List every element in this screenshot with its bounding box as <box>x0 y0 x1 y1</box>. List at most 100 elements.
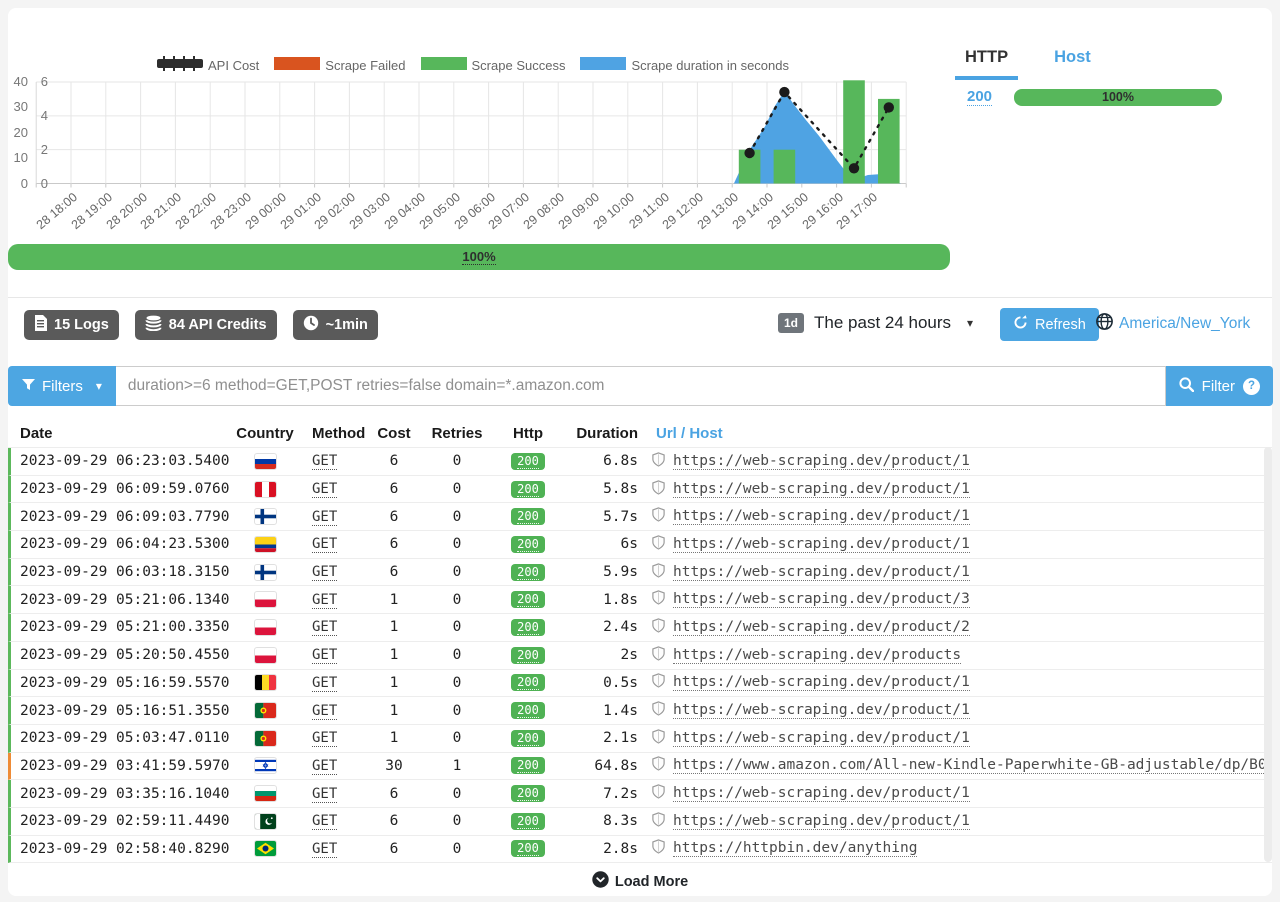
log-url-link[interactable]: https://web-scraping.dev/products <box>673 647 961 664</box>
http-status-badge: 200 <box>511 674 545 691</box>
table-scrollbar[interactable] <box>1264 447 1272 862</box>
time-range-dropdown[interactable]: 1d The past 24 hours ▾ <box>778 313 973 333</box>
log-duration: 8.3s <box>564 813 644 829</box>
chevron-down-icon: ▾ <box>96 379 102 393</box>
log-url-link[interactable]: https://www.amazon.com/All-new-Kindle-Pa… <box>673 757 1272 774</box>
log-url-cell: https://web-scraping.dev/products <box>644 646 1272 665</box>
log-date: 2023-09-29 05:21:00.3350 <box>20 619 230 635</box>
table-row[interactable]: 2023-09-29 06:04:23.5300GET602006shttps:… <box>8 531 1272 559</box>
log-duration: 6.8s <box>564 453 644 469</box>
table-row[interactable]: 2023-09-29 06:09:59.0760GET602005.8shttp… <box>8 476 1272 504</box>
log-url-cell: https://web-scraping.dev/product/1 <box>644 673 1272 692</box>
method-label: GET <box>312 619 337 636</box>
apply-filter-button[interactable]: Filter ? <box>1166 366 1273 406</box>
overall-success-label: 100% <box>462 249 495 265</box>
log-url-link[interactable]: https://httpbin.dev/anything <box>673 840 917 857</box>
log-url-link[interactable]: https://web-scraping.dev/product/1 <box>673 674 970 691</box>
log-retries: 0 <box>422 841 492 857</box>
load-more-label: Load More <box>615 874 688 890</box>
logs-count-label: 15 Logs <box>54 317 109 333</box>
load-more-button[interactable]: Load More <box>586 870 694 893</box>
table-row[interactable]: 2023-09-29 05:16:51.3550GET102001.4shttp… <box>8 697 1272 725</box>
header-date: Date <box>20 425 230 442</box>
log-http: 200 <box>492 564 564 581</box>
log-url-link[interactable]: https://web-scraping.dev/product/1 <box>673 481 970 498</box>
log-url-link[interactable]: https://web-scraping.dev/product/3 <box>673 591 970 608</box>
log-http: 200 <box>492 591 564 608</box>
log-method: GET <box>300 758 366 774</box>
table-row[interactable]: 2023-09-29 06:09:03.7790GET602005.7shttp… <box>8 503 1272 531</box>
log-http: 200 <box>492 674 564 691</box>
log-url-link[interactable]: https://web-scraping.dev/product/1 <box>673 536 970 553</box>
shield-icon <box>652 839 665 858</box>
scrape-metrics-chart: API CostScrape FailedScrape SuccessScrap… <box>8 46 958 242</box>
method-label: GET <box>312 536 337 553</box>
log-url-link[interactable]: https://web-scraping.dev/product/1 <box>673 564 970 581</box>
log-duration: 5.8s <box>564 481 644 497</box>
table-row[interactable]: 2023-09-29 03:41:59.5970GET30120064.8sht… <box>8 753 1272 781</box>
table-row[interactable]: 2023-09-29 05:21:06.1340GET102001.8shttp… <box>8 586 1272 614</box>
log-date: 2023-09-29 02:59:11.4490 <box>20 813 230 829</box>
table-row[interactable]: 2023-09-29 02:58:40.8290GET602002.8shttp… <box>8 836 1272 864</box>
right-axis-tick: 2 <box>32 142 48 157</box>
log-method: GET <box>300 675 366 691</box>
table-row[interactable]: 2023-09-29 06:23:03.5400GET602006.8shttp… <box>8 448 1272 476</box>
method-label: GET <box>312 647 337 664</box>
log-url-link[interactable]: https://web-scraping.dev/product/1 <box>673 730 970 747</box>
log-url-cell: https://web-scraping.dev/product/1 <box>644 784 1272 803</box>
method-label: GET <box>312 758 337 775</box>
log-cost: 6 <box>366 536 422 552</box>
timezone-link[interactable]: America/New_York <box>1119 315 1250 333</box>
tab-host[interactable]: Host <box>1044 48 1101 80</box>
log-date: 2023-09-29 05:16:59.5570 <box>20 675 230 691</box>
tab-http[interactable]: HTTP <box>955 48 1018 80</box>
method-label: GET <box>312 481 337 498</box>
http-status-badge: 200 <box>511 757 545 774</box>
http-status-badge: 200 <box>511 702 545 719</box>
table-row[interactable]: 2023-09-29 05:16:59.5570GET102000.5shttp… <box>8 670 1272 698</box>
log-method: GET <box>300 813 366 829</box>
log-method: GET <box>300 536 366 552</box>
filter-query-input[interactable] <box>116 366 1166 406</box>
log-url-link[interactable]: https://web-scraping.dev/product/1 <box>673 702 970 719</box>
left-axis-tick: 0 <box>8 176 28 191</box>
log-url-link[interactable]: https://web-scraping.dev/product/2 <box>673 619 970 636</box>
log-retries: 0 <box>422 813 492 829</box>
log-http: 200 <box>492 813 564 830</box>
log-url-link[interactable]: https://web-scraping.dev/product/1 <box>673 453 970 470</box>
log-http: 200 <box>492 757 564 774</box>
log-url-link[interactable]: https://web-scraping.dev/product/1 <box>673 813 970 830</box>
header-cost: Cost <box>366 425 422 442</box>
status-code-link[interactable]: 200 <box>967 88 992 106</box>
table-row[interactable]: 2023-09-29 06:03:18.3150GET602005.9shttp… <box>8 559 1272 587</box>
country-flag-icon <box>230 841 300 856</box>
country-flag-icon <box>230 509 300 524</box>
filters-dropdown-button[interactable]: Filters ▾ <box>8 366 116 406</box>
header-method: Method <box>300 425 366 442</box>
log-retries: 0 <box>422 592 492 608</box>
range-badge: 1d <box>778 313 804 333</box>
table-row[interactable]: 2023-09-29 03:35:16.1040GET602007.2shttp… <box>8 780 1272 808</box>
log-method: GET <box>300 564 366 580</box>
table-row[interactable]: 2023-09-29 02:59:11.4490GET602008.3shttp… <box>8 808 1272 836</box>
log-url-cell: https://web-scraping.dev/product/1 <box>644 701 1272 720</box>
log-table: Date Country Method Cost Retries Http Du… <box>8 420 1272 863</box>
log-url-link[interactable]: https://web-scraping.dev/product/1 <box>673 785 970 802</box>
country-flag-icon <box>230 675 300 690</box>
log-retries: 1 <box>422 758 492 774</box>
shield-icon <box>652 646 665 665</box>
log-duration: 2.1s <box>564 730 644 746</box>
log-url-cell: https://web-scraping.dev/product/1 <box>644 563 1272 582</box>
table-row[interactable]: 2023-09-29 05:21:00.3350GET102002.4shttp… <box>8 614 1272 642</box>
timezone: America/New_York <box>1096 313 1250 335</box>
log-url-link[interactable]: https://web-scraping.dev/product/1 <box>673 508 970 525</box>
log-url-cell: https://web-scraping.dev/product/1 <box>644 812 1272 831</box>
log-date: 2023-09-29 05:20:50.4550 <box>20 647 230 663</box>
help-icon[interactable]: ? <box>1243 378 1260 395</box>
table-row[interactable]: 2023-09-29 05:03:47.0110GET102002.1shttp… <box>8 725 1272 753</box>
time-estimate-label: ~1min <box>326 317 368 333</box>
table-row[interactable]: 2023-09-29 05:20:50.4550GET102002shttps:… <box>8 642 1272 670</box>
country-flag-icon <box>230 537 300 552</box>
refresh-button[interactable]: Refresh <box>1000 308 1099 341</box>
log-retries: 0 <box>422 453 492 469</box>
